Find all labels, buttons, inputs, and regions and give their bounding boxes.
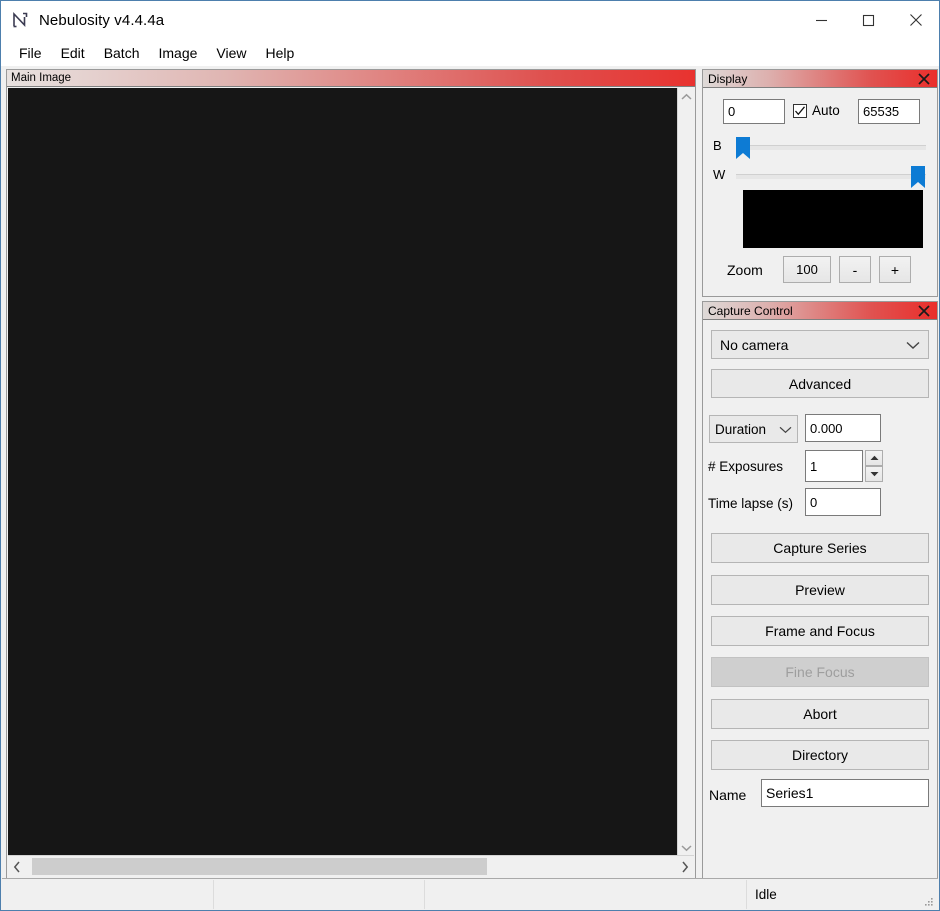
main-image-caption: Main Image [7, 70, 695, 87]
image-horizontal-scrollbar[interactable] [8, 855, 694, 877]
camera-select[interactable]: No camera [711, 330, 929, 359]
duration-select[interactable]: Duration [709, 415, 798, 443]
menu-item-file[interactable]: File [10, 42, 51, 64]
advanced-button[interactable]: Advanced [711, 369, 929, 398]
scroll-right-icon[interactable] [676, 856, 694, 877]
window-title: Nebulosity v4.4.4a [39, 11, 165, 29]
fine-focus-button: Fine Focus [711, 657, 929, 687]
status-cell-2 [214, 880, 425, 909]
status-bar: Idle [2, 878, 938, 909]
title-bar: Nebulosity v4.4.4a [1, 1, 939, 39]
maximize-button[interactable] [845, 1, 892, 39]
scroll-left-icon[interactable] [8, 856, 26, 877]
frame-and-focus-button[interactable]: Frame and Focus [711, 616, 929, 646]
display-panel: Display 0 Auto 65535 B W Zoom 100 - + [702, 69, 938, 297]
capture-control-panel: Capture Control No camera Advanced Durat… [702, 301, 938, 879]
minimize-button[interactable] [798, 1, 845, 39]
menu-bar: File Edit Batch Image View Help [1, 39, 939, 66]
preview-button[interactable]: Preview [711, 575, 929, 605]
directory-button[interactable]: Directory [711, 740, 929, 770]
zoom-label: Zoom [727, 262, 763, 278]
nebulosity-logo-icon [11, 11, 29, 29]
black-slider-label: B [713, 138, 722, 153]
timelapse-input[interactable]: 0 [805, 488, 881, 516]
menu-item-view[interactable]: View [207, 42, 255, 64]
exposures-label: # Exposures [708, 459, 784, 474]
menu-item-help[interactable]: Help [257, 42, 304, 64]
camera-select-value: No camera [720, 336, 789, 353]
horizontal-scroll-thumb[interactable] [32, 858, 487, 875]
application-window: Nebulosity v4.4.4a File Edit Batch Image… [0, 0, 940, 911]
duration-select-value: Duration [715, 421, 767, 437]
zoom-value-field[interactable]: 100 [783, 256, 831, 283]
auto-checkbox-group[interactable]: Auto [793, 103, 840, 118]
status-message: Idle [755, 887, 777, 902]
capture-panel-close-icon[interactable] [916, 303, 932, 319]
black-slider-track[interactable] [736, 145, 926, 150]
menu-item-batch[interactable]: Batch [95, 42, 149, 64]
window-controls [798, 1, 939, 39]
main-image-canvas[interactable] [8, 88, 677, 856]
status-cell-1 [4, 880, 214, 909]
zoom-out-button[interactable]: - [839, 256, 871, 283]
name-input[interactable]: Series1 [761, 779, 929, 807]
timelapse-label: Time lapse (s) [708, 496, 794, 511]
auto-checkbox[interactable] [793, 103, 807, 118]
white-slider-track[interactable] [736, 174, 926, 179]
zoom-in-button[interactable]: + [879, 256, 911, 283]
white-slider-label: W [713, 167, 726, 182]
stepper-up-icon[interactable] [865, 450, 883, 466]
chevron-down-icon [906, 337, 920, 353]
display-panel-close-icon[interactable] [916, 71, 932, 87]
black-level-input[interactable]: 0 [723, 99, 785, 124]
capture-panel-title: Capture Control [708, 304, 793, 318]
scroll-up-icon[interactable] [678, 88, 695, 105]
image-vertical-scrollbar[interactable] [677, 88, 694, 856]
main-image-pane: Main Image [6, 69, 696, 879]
scroll-down-icon[interactable] [678, 839, 695, 856]
menu-item-image[interactable]: Image [150, 42, 207, 64]
white-level-input[interactable]: 65535 [858, 99, 920, 124]
display-panel-title: Display [708, 72, 748, 86]
display-preview-swatch [743, 190, 923, 248]
capture-panel-caption: Capture Control [703, 302, 937, 320]
menu-item-edit[interactable]: Edit [52, 42, 94, 64]
name-label: Name [709, 787, 747, 803]
chevron-down-icon [779, 422, 792, 437]
duration-input[interactable]: 0.000 [805, 414, 881, 442]
resize-grip-icon[interactable] [923, 895, 935, 907]
stepper-down-icon[interactable] [865, 466, 883, 482]
close-button[interactable] [892, 1, 939, 39]
abort-button[interactable]: Abort [711, 699, 929, 729]
auto-checkbox-label: Auto [812, 103, 840, 118]
capture-series-button[interactable]: Capture Series [711, 533, 929, 563]
status-cell-3 [425, 880, 747, 909]
exposures-input[interactable]: 1 [805, 450, 863, 482]
black-slider-thumb[interactable] [736, 137, 750, 159]
display-panel-caption: Display [703, 70, 937, 88]
white-slider-thumb[interactable] [911, 166, 925, 188]
exposures-stepper[interactable] [865, 450, 883, 482]
